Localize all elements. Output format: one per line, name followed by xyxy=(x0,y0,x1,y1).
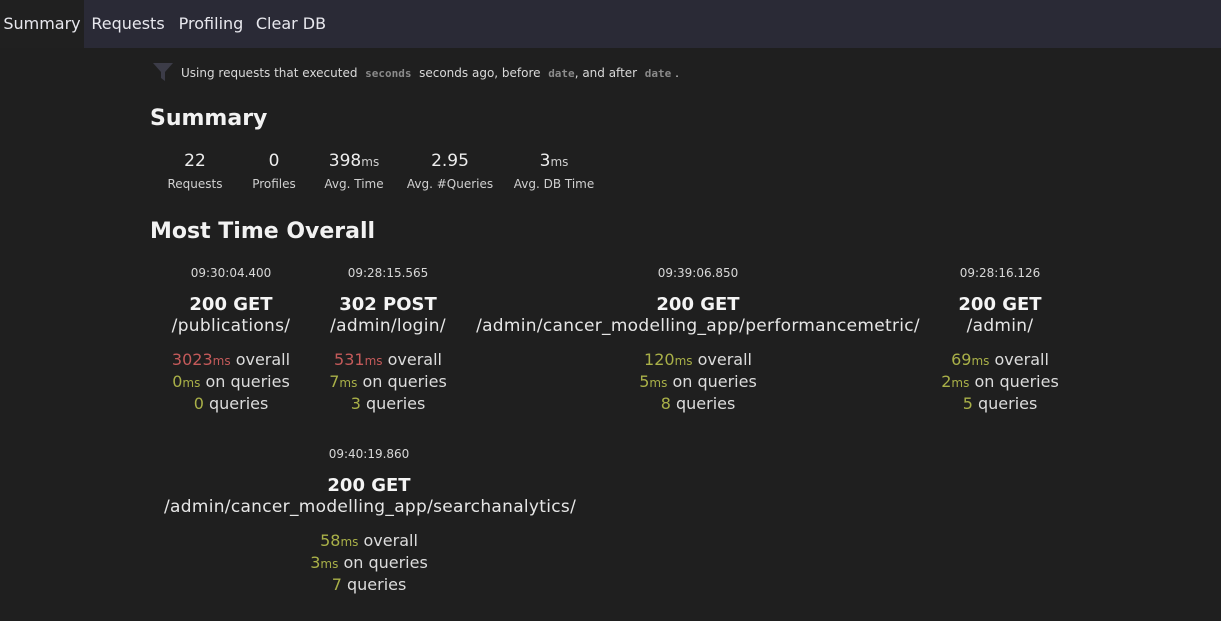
summary-heading: Summary xyxy=(150,106,268,131)
request-time: 09:28:16.126 xyxy=(959,266,1041,280)
most-time-heading: Most Time Overall xyxy=(150,219,376,244)
stat-avg-queries: 2.95 Avg. #Queries xyxy=(405,151,495,191)
stat-requests-label: Requests xyxy=(167,177,223,191)
stat-requests: 22 Requests xyxy=(165,151,225,191)
request-method-status: 200 GET xyxy=(656,294,740,315)
stat-avg-queries-value: 2.95 xyxy=(431,151,469,171)
request-query-time: 3ms on queries xyxy=(310,553,428,572)
request-card[interactable]: 09:28:15.565 302 POST /admin/login/ 531m… xyxy=(318,262,458,422)
query-count-value: 7 xyxy=(331,575,342,594)
filter-after: , and after xyxy=(574,66,638,80)
stat-avg-time-value: 398ms xyxy=(328,151,380,171)
request-method-status: 302 POST xyxy=(339,294,437,315)
request-card[interactable]: 09:39:06.850 200 GET /admin/cancer_model… xyxy=(476,262,920,422)
query-time-value: 2 xyxy=(941,372,952,391)
request-method-status: 200 GET xyxy=(958,294,1042,315)
filter-date-code-before: date xyxy=(548,67,575,80)
request-path[interactable]: /admin/login/ xyxy=(318,316,458,336)
request-method-status: 200 GET xyxy=(327,475,411,496)
filter-seconds-code: seconds xyxy=(365,67,412,80)
request-time: 09:28:15.565 xyxy=(347,266,429,280)
request-query-time: 0ms on queries xyxy=(172,372,290,391)
request-path[interactable]: /admin/cancer_modelling_app/performancem… xyxy=(476,316,920,336)
overall-value: 120 xyxy=(644,350,675,369)
request-query-count: 0 queries xyxy=(193,394,269,413)
overall-value: 69 xyxy=(951,350,972,369)
request-overall: 120ms overall xyxy=(644,350,752,369)
filter-middle: seconds ago, before xyxy=(419,66,541,80)
request-card[interactable]: 09:28:16.126 200 GET /admin/ 69ms overal… xyxy=(930,262,1070,422)
request-overall: 58ms overall xyxy=(320,531,418,550)
query-count-value: 5 xyxy=(962,394,973,413)
stat-profiles-value: 0 xyxy=(268,151,280,171)
top-nav: Summary Requests Profiling Clear DB xyxy=(0,0,1221,48)
tab-clear-db[interactable]: Clear DB xyxy=(254,0,328,48)
query-time-value: 5 xyxy=(639,372,650,391)
request-time: 09:30:04.400 xyxy=(190,266,272,280)
overall-value: 531 xyxy=(334,350,365,369)
stat-avg-queries-label: Avg. #Queries xyxy=(406,177,494,191)
query-count-value: 0 xyxy=(193,394,204,413)
stat-avg-db-time: 3ms Avg. DB Time xyxy=(510,151,598,191)
filter-prefix: Using requests that executed xyxy=(181,66,358,80)
query-count-value: 8 xyxy=(660,394,671,413)
request-query-count: 5 queries xyxy=(962,394,1038,413)
query-count-value: 3 xyxy=(350,394,361,413)
request-time: 09:40:19.860 xyxy=(328,447,410,461)
filter-end: . xyxy=(675,66,679,80)
request-overall: 531ms overall xyxy=(334,350,442,369)
stat-avg-db-time-label: Avg. DB Time xyxy=(513,177,595,191)
filter-date-code-after: date xyxy=(644,67,672,80)
request-query-time: 5ms on queries xyxy=(639,372,757,391)
filter-sentence: Using requests that executed seconds sec… xyxy=(181,66,679,80)
request-path[interactable]: /admin/ xyxy=(930,316,1070,336)
stat-avg-db-time-value: 3ms xyxy=(539,151,569,171)
request-card[interactable]: 09:40:19.860 200 GET /admin/cancer_model… xyxy=(164,443,576,603)
request-overall: 69ms overall xyxy=(951,350,1049,369)
query-time-value: 3 xyxy=(310,553,321,572)
stat-profiles-label: Profiles xyxy=(252,177,296,191)
query-time-value: 7 xyxy=(329,372,340,391)
request-path[interactable]: /admin/cancer_modelling_app/searchanalyt… xyxy=(164,497,576,517)
query-time-value: 0 xyxy=(172,372,183,391)
request-query-count: 3 queries xyxy=(350,394,426,413)
tab-profiling[interactable]: Profiling xyxy=(174,0,248,48)
tab-requests[interactable]: Requests xyxy=(88,0,168,48)
request-method-status: 200 GET xyxy=(189,294,273,315)
request-path[interactable]: /publications/ xyxy=(150,316,312,336)
overall-value: 3023 xyxy=(171,350,213,369)
overall-value: 58 xyxy=(320,531,341,550)
stat-profiles: 0 Profiles xyxy=(244,151,304,191)
tab-summary[interactable]: Summary xyxy=(0,0,84,48)
stat-requests-value: 22 xyxy=(184,151,206,171)
request-time: 09:39:06.850 xyxy=(657,266,739,280)
request-query-time: 2ms on queries xyxy=(941,372,1059,391)
request-overall: 3023ms overall xyxy=(171,350,291,369)
stat-avg-time-label: Avg. Time xyxy=(324,177,384,191)
request-query-count: 7 queries xyxy=(331,575,407,594)
stat-avg-time: 398ms Avg. Time xyxy=(318,151,390,191)
request-query-count: 8 queries xyxy=(660,394,736,413)
request-query-time: 7ms on queries xyxy=(329,372,447,391)
filter-icon[interactable] xyxy=(152,61,174,83)
request-card[interactable]: 09:30:04.400 200 GET /publications/ 3023… xyxy=(150,262,312,422)
